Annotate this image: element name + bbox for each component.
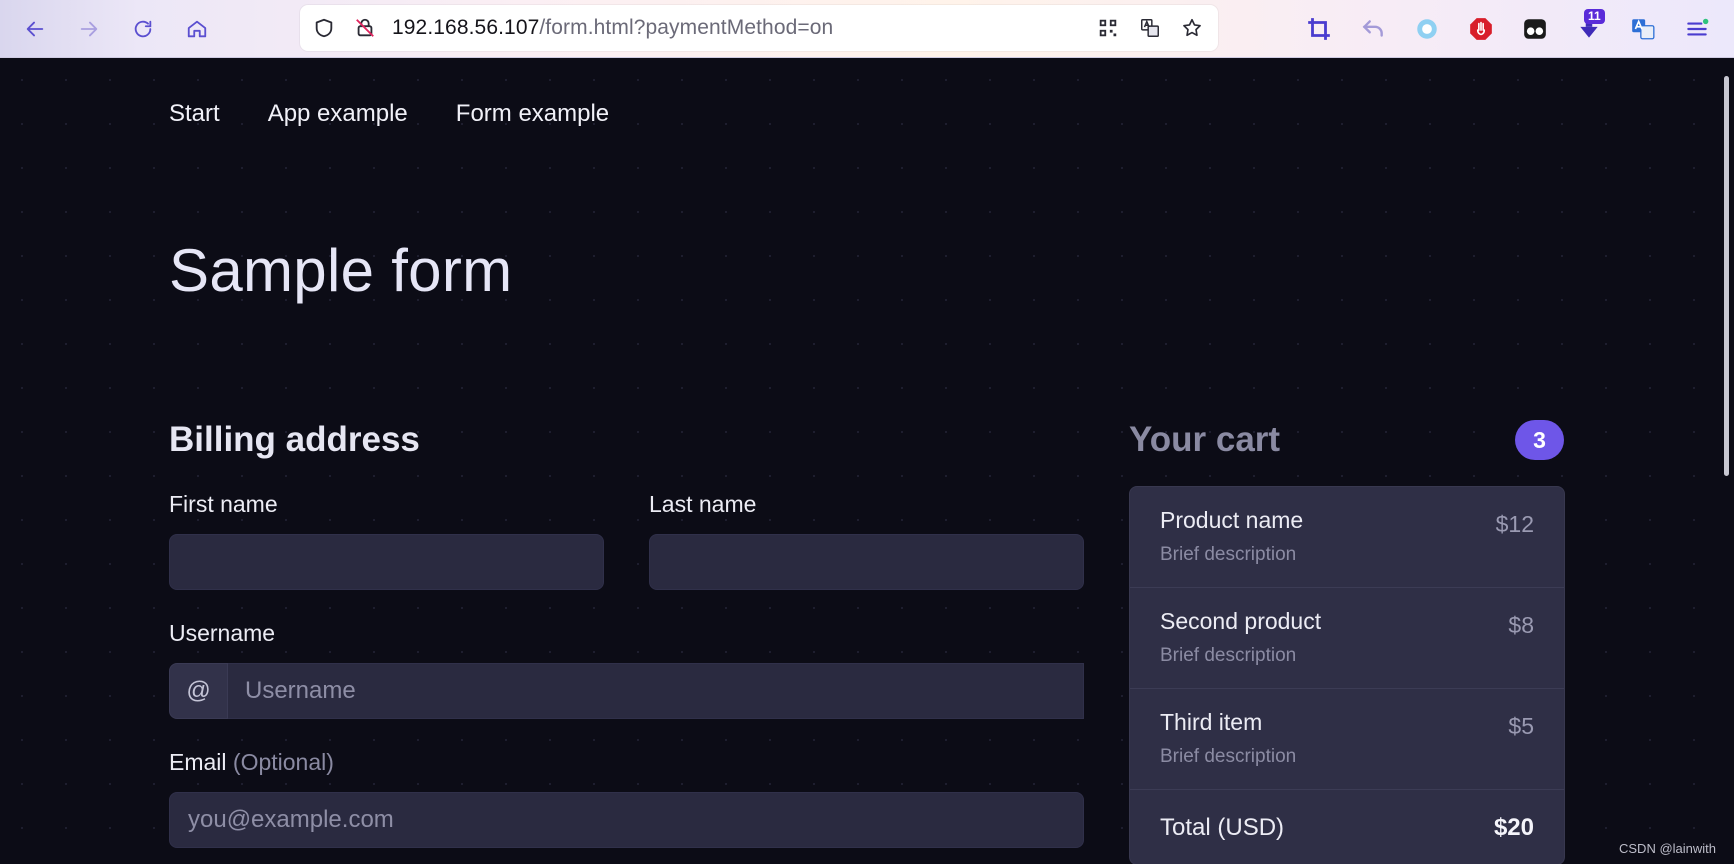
ring-icon <box>1417 19 1437 39</box>
home-icon <box>187 20 207 38</box>
cart-item-description: Brief description <box>1160 544 1297 565</box>
email-optional-text: (Optional) <box>232 749 334 775</box>
cart-total-row: Total (USD) $20 <box>1130 790 1564 864</box>
cart-total-value: $20 <box>1493 814 1534 841</box>
cart-item-name: Third item <box>1160 709 1263 735</box>
translate-icon[interactable] <box>1138 16 1162 40</box>
cart-item-price: $12 <box>1495 511 1534 537</box>
cart-item-description: Brief description <box>1160 645 1297 666</box>
reload-icon <box>134 20 152 38</box>
watermark: CSDN @lainwith <box>1619 841 1716 856</box>
insecure-lock-icon[interactable] <box>353 16 377 40</box>
username-input-group: @ <box>169 663 1084 719</box>
forward-button[interactable] <box>72 12 106 46</box>
page-content: Start App example Form example Sample fo… <box>0 58 1720 864</box>
cart-item: Product name Brief description $12 <box>1130 487 1564 588</box>
username-input[interactable] <box>228 663 1084 719</box>
qr-code-icon[interactable] <box>1096 16 1120 40</box>
cart-heading: Your cart <box>1129 420 1281 459</box>
download-count-badge: 11 <box>1584 9 1605 24</box>
scrollbar-thumb[interactable] <box>1724 76 1729 476</box>
cart-item-name: Product name <box>1160 507 1304 533</box>
shield-icon[interactable] <box>312 16 336 40</box>
reload-button[interactable] <box>126 12 160 46</box>
cart-item: Third item Brief description $5 <box>1130 689 1564 790</box>
cart-total-label: Total (USD) <box>1160 814 1285 841</box>
circle-extension-button[interactable] <box>1410 12 1444 46</box>
first-name-label: First name <box>169 491 278 517</box>
crop-extension-button[interactable] <box>1302 12 1336 46</box>
page-scrollbar[interactable] <box>1720 58 1734 864</box>
billing-address-heading: Billing address <box>169 420 420 459</box>
undo-extension-button[interactable] <box>1356 12 1390 46</box>
top-navigation: Start App example Form example <box>169 100 609 128</box>
translate-extension-button[interactable] <box>1626 12 1660 46</box>
crop-icon <box>1308 18 1330 40</box>
at-sign-addon: @ <box>169 663 228 719</box>
page-title: Sample form <box>169 237 513 304</box>
browser-toolbar: 192.168.56.107/form.html?paymentMethod=o… <box>0 0 1734 58</box>
nav-link-app-example[interactable]: App example <box>268 100 408 128</box>
downloader-extension-button[interactable]: 11 <box>1572 9 1606 46</box>
stop-hand-icon <box>1470 18 1492 40</box>
username-label: Username <box>169 620 276 646</box>
email-label: Email (Optional) <box>169 749 334 776</box>
tampermonkey-icon <box>1524 19 1546 39</box>
email-label-text: Email <box>169 749 227 775</box>
last-name-input[interactable] <box>649 534 1084 590</box>
tampermonkey-extension-button[interactable] <box>1518 12 1552 46</box>
arrow-left-icon <box>26 21 44 37</box>
star-icon[interactable] <box>1180 16 1204 40</box>
cart-item-description: Brief description <box>1160 746 1297 767</box>
menu-button[interactable] <box>1680 12 1714 46</box>
nav-link-start[interactable]: Start <box>169 100 220 128</box>
adblock-extension-button[interactable] <box>1464 12 1498 46</box>
first-name-input[interactable] <box>169 534 604 590</box>
email-input[interactable] <box>169 792 1084 848</box>
address-bar[interactable]: 192.168.56.107/form.html?paymentMethod=o… <box>300 5 1218 51</box>
cart-item-price: $5 <box>1508 713 1534 739</box>
cart-item: Second product Brief description $8 <box>1130 588 1564 689</box>
cart-list: Product name Brief description $12 Secon… <box>1129 486 1565 864</box>
undo-icon <box>1362 20 1383 37</box>
back-button[interactable] <box>18 12 52 46</box>
hamburger-menu-icon <box>1687 18 1709 36</box>
arrow-right-icon <box>80 21 98 37</box>
cart-count-badge: 3 <box>1515 420 1564 460</box>
last-name-label: Last name <box>649 491 757 517</box>
home-button[interactable] <box>180 12 214 46</box>
cart-item-price: $8 <box>1508 612 1534 638</box>
url-text[interactable]: 192.168.56.107/form.html?paymentMethod=o… <box>392 16 833 40</box>
cart-item-name: Second product <box>1160 608 1322 634</box>
url-path: /form.html?paymentMethod=on <box>539 16 834 39</box>
url-host: 192.168.56.107 <box>392 16 540 39</box>
nav-link-form-example[interactable]: Form example <box>456 100 609 128</box>
page-translate-icon <box>1632 19 1655 40</box>
